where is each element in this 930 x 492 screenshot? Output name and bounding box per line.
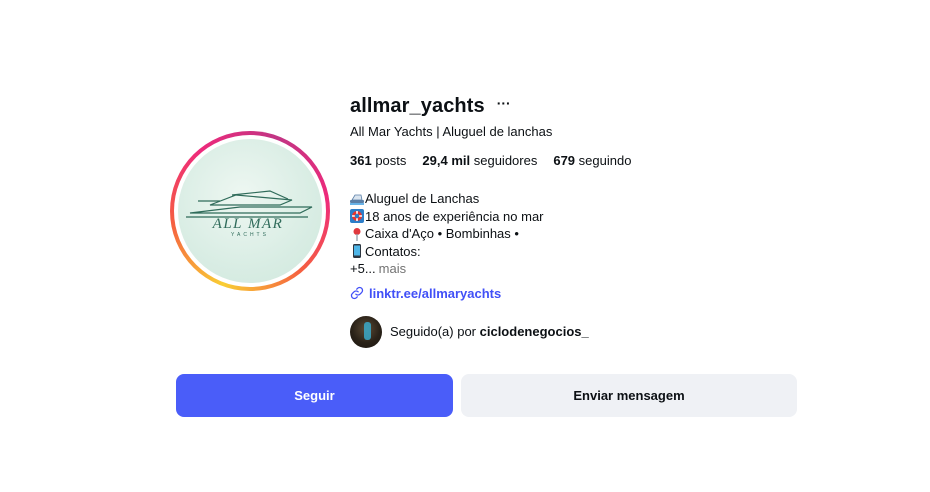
followed-by-user[interactable]: ciclodenegocios_ [480,324,589,339]
followers-count: 29,4 mil [422,153,471,168]
send-message-button[interactable]: Enviar mensagem [461,374,797,417]
boat-icon [350,194,364,205]
profile-avatar-frame: ALL MAR YACHTS [174,135,326,287]
bio-line: 18 anos de experiência no mar [350,208,810,226]
full-name: All Mar Yachts | Aluguel de lanchas [350,124,553,139]
bio-line-5: +5... [350,261,376,276]
followed-by-prefix: Seguido(a) por [390,324,476,339]
username-row: allmar_yachts ··· [350,92,810,120]
brand-logo-text: ALL MAR [212,216,284,232]
pin-icon [353,227,361,241]
stat-following[interactable]: 679 seguindo [553,153,631,168]
phone-icon [353,244,361,259]
brand-logo: ALL MAR YACHTS [186,190,313,238]
bio-line-1: Aluguel de Lanchas [365,191,480,206]
profile-avatar[interactable]: ALL MAR YACHTS [178,139,322,283]
stat-followers[interactable]: 29,4 mil seguidores [422,153,537,168]
life-ring-icon [350,209,364,224]
followers-label: seguidores [473,153,538,168]
profile-info: allmar_yachts ··· All Mar Yachts | Alugu… [350,92,810,348]
followed-by[interactable]: Seguido(a) por ciclodenegocios_ [350,315,810,348]
external-link-text[interactable]: linktr.ee/allmaryachts [369,286,501,301]
profile-stats: 361 posts 29,4 mil seguidores 679 seguin… [350,153,810,168]
posts-count: 361 [350,153,372,168]
profile-avatar-ring[interactable]: ALL MAR YACHTS [170,131,330,291]
link-icon [350,286,364,300]
bio-line-2: 18 anos de experiência no mar [365,208,544,224]
posts-label: posts [375,153,407,168]
following-count: 679 [553,153,576,168]
username: allmar_yachts [350,94,485,117]
following-label: seguindo [578,153,632,168]
bio-line: +5... mais [350,260,810,278]
follower-avatar[interactable] [350,315,382,348]
more-options-icon[interactable]: ··· [497,96,511,114]
follow-button[interactable]: Seguir [176,374,453,417]
external-link[interactable]: linktr.ee/allmaryachts [350,286,810,301]
bio: Aluguel de Lanchas 18 anos de experiênci… [350,190,810,278]
stat-posts: 361 posts [350,153,406,168]
bio-line-3: Caixa d'Aço • Bombinhas • [365,226,519,241]
bio-line: Caixa d'Aço • Bombinhas • [350,225,810,243]
bio-line: Aluguel de Lanchas [350,190,810,208]
bio-line: Contatos: [350,243,810,261]
bio-line-4: Contatos: [365,243,421,259]
bio-more-link[interactable]: mais [379,260,406,278]
brand-logo-subtext: YACHTS [231,232,269,238]
